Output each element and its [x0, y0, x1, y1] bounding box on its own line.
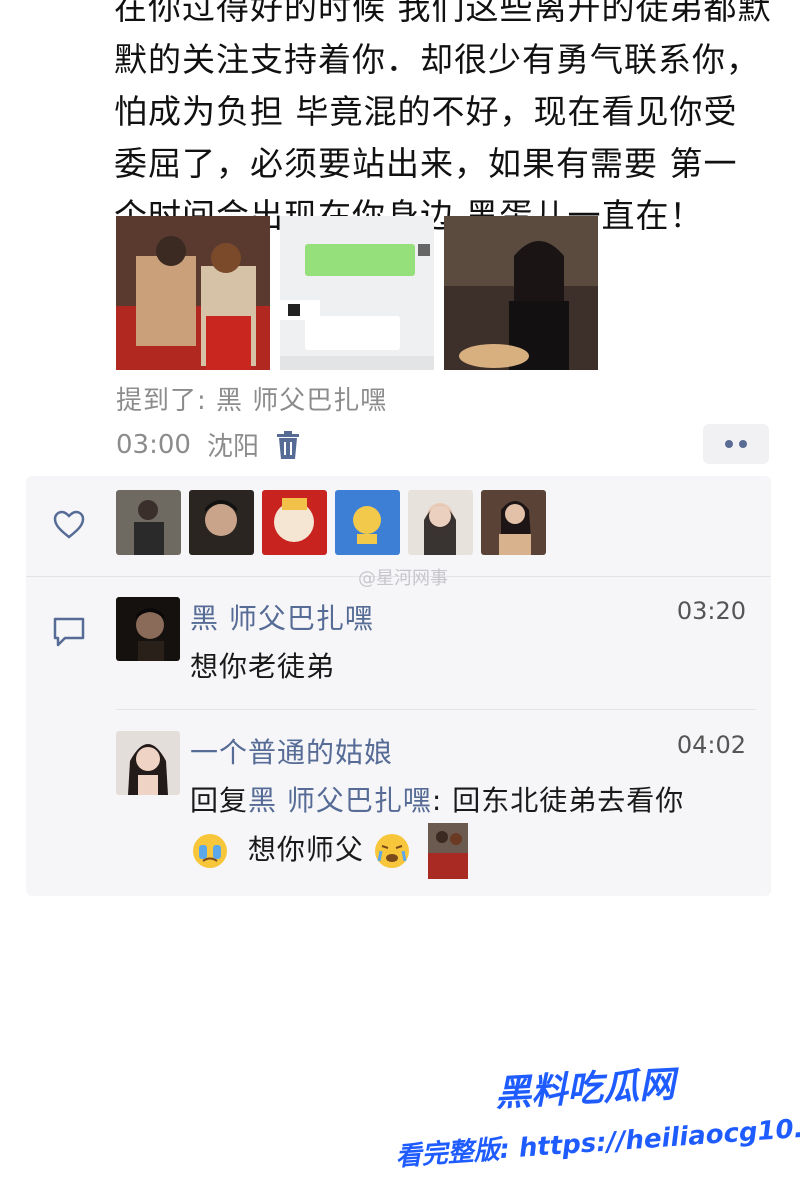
dot [739, 440, 747, 448]
like-avatar[interactable] [408, 490, 473, 555]
mention-text[interactable]: 提到了: 黑 师父巴扎嘿 [116, 380, 387, 417]
avatar[interactable] [116, 597, 180, 661]
heart-icon [53, 510, 85, 539]
like-avatar[interactable] [262, 490, 327, 555]
brand-url[interactable]: 看完整版: https://heiliaocg10.com [394, 1104, 800, 1174]
photo-2[interactable] [280, 216, 434, 370]
post-meta: 03:00 沈阳 [116, 426, 301, 463]
more-button[interactable] [703, 424, 769, 464]
trash-icon[interactable] [275, 430, 301, 460]
photo-1[interactable] [116, 216, 270, 370]
comment-time: 04:02 [676, 731, 746, 759]
commenter-name[interactable]: 黑 师父巴扎嘿 [190, 597, 374, 637]
photo-grid [116, 216, 598, 370]
comment-icon [53, 617, 85, 647]
post-location[interactable]: 沈阳 [207, 426, 259, 463]
comment-item[interactable]: 黑 师父巴扎嘿 03:20 想你老徒弟 [116, 597, 756, 710]
like-avatar[interactable] [335, 490, 400, 555]
reply-prefix: 回复 [190, 784, 249, 817]
interaction-panel: @星河网事 黑 师父巴扎嘿 03:20 想你老徒弟 一个普通的姑娘 04:02 … [26, 476, 771, 896]
avatar[interactable] [116, 731, 180, 795]
photo-3[interactable] [444, 216, 598, 370]
watermark-text: @星河网事 [358, 568, 448, 589]
post-text: 在你过得好的时候 我们这些离开的徒弟都默 默的关注支持着你．却很少有勇气联系你，… [114, 0, 772, 235]
like-avatars [116, 490, 546, 555]
commenter-name[interactable]: 一个普通的姑娘 [190, 731, 393, 771]
reply-to-link[interactable]: 黑 师父巴扎嘿 [248, 784, 432, 817]
brand-title: 黑料吃瓜网 [494, 1064, 677, 1115]
like-avatar[interactable] [481, 490, 546, 555]
like-avatar[interactable] [116, 490, 181, 555]
sobbing-emoji-icon [374, 834, 409, 868]
likes-row: @星河网事 [26, 476, 771, 589]
post-time: 03:00 [116, 429, 191, 460]
dot [725, 440, 733, 448]
comment-image-thumbnail[interactable] [427, 823, 468, 879]
comment-text: 回复黑 师父巴扎嘿: 回东北徒弟去看你 想你师父 [190, 779, 750, 879]
comment-time: 03:20 [676, 597, 746, 625]
comment-text: 想你老徒弟 [190, 650, 336, 683]
like-avatar[interactable] [189, 490, 254, 555]
reply-text: : 回东北徒弟去看你 [431, 784, 685, 817]
reply-text-2: 想你师父 [247, 833, 364, 866]
crying-emoji-icon [193, 834, 227, 868]
